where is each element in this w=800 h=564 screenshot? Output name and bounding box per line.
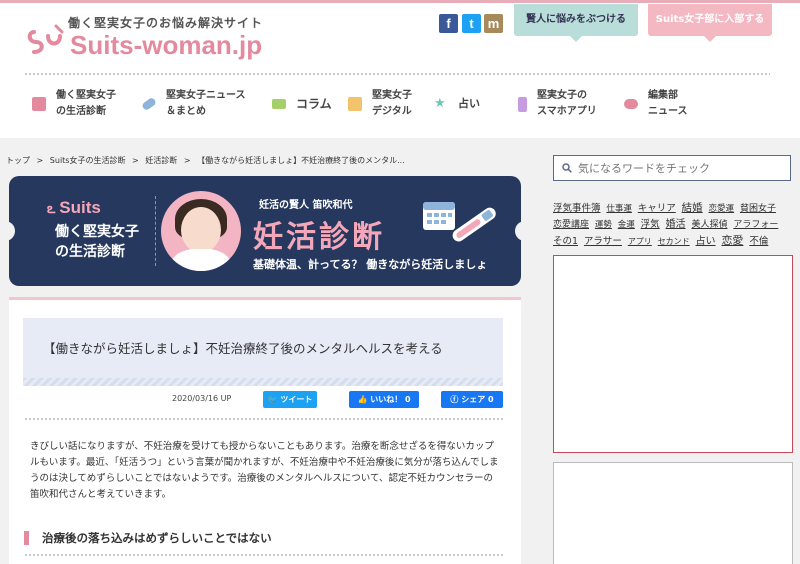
star-icon: ★ <box>434 96 446 111</box>
logo-mark-icon: ఽ <box>47 200 56 216</box>
clipboard-icon <box>32 97 46 111</box>
thumbs-up-icon: 👍 <box>357 395 368 404</box>
tag-link[interactable]: 浮気 <box>641 219 660 230</box>
nav-item-news[interactable]: 堅実女子ニュース ＆まとめ <box>136 82 266 126</box>
article-title: 【働きながら妊活しましょ】不妊治療終了後のメンタルヘルスを考える <box>43 341 443 356</box>
tag-link[interactable]: アラサー <box>584 236 622 247</box>
search-input[interactable] <box>578 159 783 177</box>
nav-item-lifestyle-check[interactable]: 働く堅実女子 の生活診断 <box>24 82 136 126</box>
nav-item-digital[interactable]: 堅実女子 デジタル <box>344 82 430 126</box>
phone-icon <box>518 96 527 112</box>
banner-tagline: 基礎体温、計ってる？ 働きながら妊活しましょ <box>253 258 488 271</box>
tweet-button[interactable]: 🐦 ツイート <box>263 391 317 408</box>
twitter-icon[interactable]: t <box>462 14 481 33</box>
tag-link[interactable]: 運勢 <box>595 220 612 230</box>
bag-icon <box>348 97 362 111</box>
breadcrumb: トップ > Suits女子の生活診断 > 妊活診断 > 【働きながら妊活しましょ… <box>6 155 409 166</box>
tag-link[interactable]: アラフォー <box>733 220 778 230</box>
thermometer-icon <box>452 207 496 242</box>
search-box[interactable] <box>553 155 791 181</box>
category-banner[interactable]: ఽ Suits 働く堅実女子 の生活診断 妊活の賢人 笛吹和代 妊活診断 基礎体温… <box>9 176 521 286</box>
heading-accent <box>24 531 29 545</box>
breadcrumb-current: 【働きながら妊活しましょ】不妊治療終了後のメンタル... <box>197 156 405 165</box>
twitter-icon: 🐦 <box>267 395 278 404</box>
breadcrumb-ninkatsu[interactable]: 妊活診断 <box>145 156 177 165</box>
tag-link[interactable]: その1 <box>553 236 578 247</box>
breadcrumb-separator: > <box>183 156 191 165</box>
tag-link[interactable]: 結婚 <box>682 202 703 214</box>
tag-link[interactable]: 不倫 <box>749 236 768 247</box>
article-title-box: 【働きながら妊活しましょ】不妊治療終了後のメンタルヘルスを考える <box>23 318 503 386</box>
main-nav: 働く堅実女子 の生活診断 堅実女子ニュース ＆まとめ コラム 堅実女子 デジタル… <box>24 82 770 126</box>
section-heading: 治療後の落ち込みはめずらしいことではない <box>24 527 504 549</box>
search-icon <box>562 163 572 173</box>
nav-item-column[interactable]: コラム <box>266 82 344 126</box>
banner-divider <box>155 196 156 266</box>
facebook-icon: ⓕ <box>450 395 459 404</box>
banner-notch-right <box>515 221 521 241</box>
breadcrumb-separator: > <box>132 156 139 165</box>
nav-item-fortune[interactable]: ★ 占い <box>430 82 508 126</box>
tag-link[interactable]: 婚活 <box>666 219 686 230</box>
tag-link[interactable]: キャリア <box>638 203 676 214</box>
tag-link[interactable]: 恋愛講座 <box>553 220 589 230</box>
logo-mark-icon[interactable] <box>26 22 66 58</box>
expert-avatar <box>161 191 241 271</box>
pill-icon <box>140 96 158 112</box>
tag-link[interactable]: 美人探偵 <box>691 220 727 230</box>
ad-slot-primary[interactable] <box>553 255 793 453</box>
share-button[interactable]: ⓕ シェア 0 <box>441 391 503 408</box>
tag-cloud: 浮気事件簿 仕事運 キャリア 結婚 恋愛運 貧困女子 恋愛講座 運勢 金運 浮気… <box>553 200 793 250</box>
article-divider <box>24 417 504 421</box>
breadcrumb-home[interactable]: トップ <box>6 156 30 165</box>
chat-icon <box>624 99 638 109</box>
banner-notch-left <box>9 221 15 241</box>
tag-link[interactable]: 浮気事件簿 <box>553 203 601 214</box>
header-divider <box>24 72 770 76</box>
site-logo[interactable]: Suits-woman.jp <box>70 30 262 61</box>
heading-divider <box>24 553 504 557</box>
breadcrumb-separator: > <box>36 156 44 165</box>
tag-link[interactable]: セカンド <box>658 237 690 246</box>
section-heading-text: 治療後の落ち込みはめずらしいことではない <box>42 531 272 545</box>
tag-link[interactable]: 金運 <box>618 220 635 230</box>
facebook-icon[interactable]: f <box>439 14 458 33</box>
ad-slot-secondary[interactable] <box>553 462 793 564</box>
banner-brand: ఽ Suits <box>47 198 101 217</box>
tag-link[interactable]: 恋愛 <box>721 234 743 247</box>
tag-link[interactable]: アプリ <box>628 237 652 246</box>
nav-item-editorial[interactable]: 編集部 ニュース <box>620 82 720 126</box>
banner-title: 妊活診断 <box>253 220 385 255</box>
like-button[interactable]: 👍 いいね！ 0 <box>349 391 419 408</box>
tag-link[interactable]: 恋愛運 <box>709 204 735 214</box>
tag-link[interactable]: 貧困女子 <box>740 204 776 214</box>
tag-link[interactable]: 占い <box>696 236 716 247</box>
article-date: 2020/03/16 UP <box>172 394 232 403</box>
mixi-icon[interactable]: m <box>484 14 503 33</box>
book-icon <box>272 99 286 109</box>
logo-tagline: 働く堅実女子のお悩み解決サイト <box>68 16 264 30</box>
breadcrumb-lifestyle[interactable]: Suits女子の生活診断 <box>50 156 126 165</box>
banner-subtitle: 働く堅実女子 の生活診断 <box>55 224 139 260</box>
ask-expert-button[interactable]: 賢人に悩みをぶつける <box>514 4 638 42</box>
tag-link[interactable]: 仕事運 <box>606 204 632 214</box>
join-club-button[interactable]: Suits女子部に入部する <box>648 4 772 42</box>
top-stripe <box>0 0 800 3</box>
article-body: きびしい話になりますが、不妊治療を受けても授からないこともあります。治療を断念せ… <box>30 441 499 500</box>
nav-item-app[interactable]: 堅実女子の スマホアプリ <box>508 82 620 126</box>
banner-expert: 妊活の賢人 笛吹和代 <box>259 200 353 211</box>
